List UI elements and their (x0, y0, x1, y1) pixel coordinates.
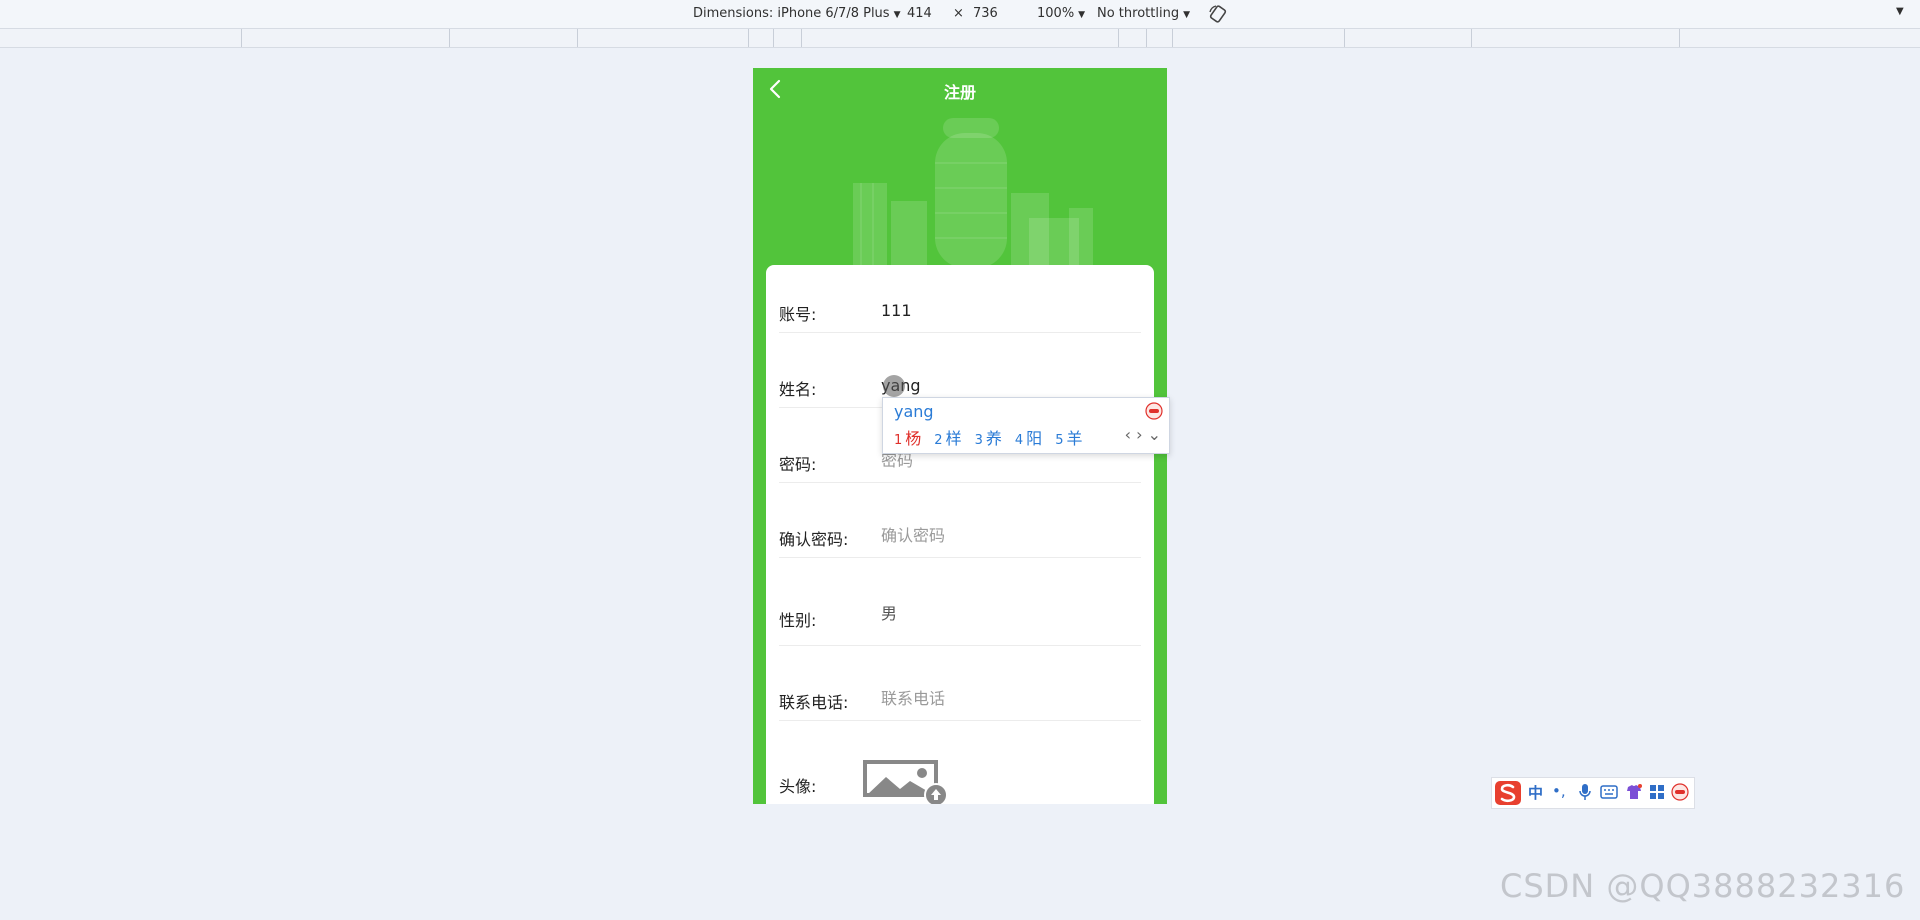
ruler-divider (1172, 29, 1173, 47)
ime-composition-text: yang (894, 402, 934, 421)
skin-shirt-icon[interactable] (1625, 783, 1643, 805)
nav-header: 注册 (753, 68, 1167, 110)
ruler-divider (1344, 29, 1345, 47)
ruler-divider (1146, 29, 1147, 47)
phone-input[interactable] (881, 689, 1136, 708)
gender-label: 性别: (779, 611, 817, 630)
register-form-card: 账号: 姓名: 密码: 确认密码: 性别: 男 联系电话: 头像: (766, 265, 1154, 804)
throttling-select[interactable]: No throttling ▼ (1097, 6, 1190, 21)
microphone-icon[interactable] (1578, 783, 1592, 805)
ime-candidate[interactable]: 2样 (934, 425, 961, 449)
ruler-divider (748, 29, 749, 47)
sogou-ime-toolbar[interactable]: 中 •, (1491, 777, 1695, 809)
phone-label: 联系电话: (779, 693, 849, 712)
ruler-divider (577, 29, 578, 47)
gender-field-row: 性别: 男 (779, 557, 1141, 646)
ime-candidate-list: 1杨 2样 3养 4阳 5羊 (894, 425, 1095, 449)
toolbox-grid-icon[interactable] (1649, 784, 1665, 804)
confirm-password-label: 确认密码: (779, 530, 849, 549)
ruler-divider (773, 29, 774, 47)
account-input[interactable] (881, 301, 1136, 320)
sogou-s-logo-icon[interactable] (1494, 780, 1522, 810)
account-label: 账号: (779, 305, 817, 324)
device-select[interactable]: Dimensions: iPhone 6/7/8 Plus ▼ (693, 6, 901, 21)
ruler-divider (449, 29, 450, 47)
ruler-divider (1118, 29, 1119, 47)
ime-candidate[interactable]: 3养 (975, 425, 1002, 449)
confirm-password-input[interactable] (881, 526, 1136, 545)
sogou-punctuation-toggle[interactable]: •, (1552, 782, 1566, 800)
touch-cursor (883, 375, 905, 397)
height-input[interactable]: 736 (973, 6, 998, 21)
city-skyline-illustration (853, 118, 1093, 268)
ruler-divider (801, 29, 802, 47)
ruler-divider (1679, 29, 1680, 47)
ime-candidate[interactable]: 1杨 (894, 425, 921, 449)
avatar-label: 头像: (779, 777, 817, 796)
keyboard-icon[interactable] (1600, 785, 1618, 803)
sogou-mode-toggle[interactable]: 中 (1528, 782, 1543, 803)
account-field-row: 账号: (779, 265, 1141, 333)
ruler-divider (241, 29, 242, 47)
password-label: 密码: (779, 455, 817, 474)
media-query-ruler (0, 29, 1920, 48)
dimension-separator: × (953, 6, 964, 21)
confirm-password-field-row: 确认密码: (779, 482, 1141, 558)
rotate-icon[interactable] (1208, 4, 1228, 28)
sogou-logo-icon (1145, 402, 1163, 420)
ime-candidate-window: yang 1杨 2样 3养 4阳 5羊 ‹ › ⌄ (882, 397, 1170, 454)
csdn-watermark: CSDN @QQ3888232316 (1500, 867, 1906, 905)
ruler-divider (1471, 29, 1472, 47)
page-title: 注册 (943, 83, 976, 102)
sogou-mascot-icon[interactable] (1671, 783, 1689, 805)
more-options-icon[interactable]: ▼ (1896, 6, 1904, 17)
ime-candidate[interactable]: 5羊 (1055, 425, 1082, 449)
avatar-upload-icon[interactable] (862, 759, 950, 804)
name-label: 姓名: (779, 380, 817, 399)
phone-field-row: 联系电话: (779, 645, 1141, 721)
ime-candidate[interactable]: 4阳 (1015, 425, 1042, 449)
name-input[interactable] (881, 376, 1136, 395)
gender-select[interactable]: 男 (881, 600, 1136, 624)
width-input[interactable]: 414 (907, 6, 932, 21)
devtools-device-toolbar: Dimensions: iPhone 6/7/8 Plus ▼ 414 × 736… (0, 0, 1920, 29)
zoom-select[interactable]: 100% ▼ (1037, 6, 1085, 21)
ime-page-nav[interactable]: ‹ › ⌄ (1125, 425, 1161, 444)
